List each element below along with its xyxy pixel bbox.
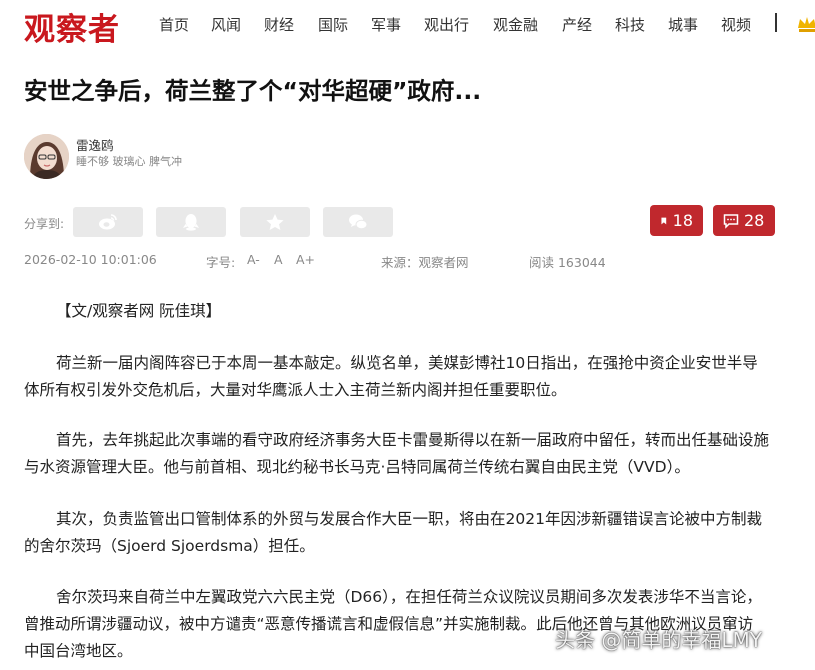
nav-item-fengwen[interactable]: 风闻: [211, 14, 241, 35]
article-paragraph: 其次，负责监管出口管制体系的外贸与发展合作大臣一职，将由在2021年因涉新疆错误…: [24, 506, 799, 560]
paragraph-line: 其次，负责监管出口管制体系的外贸与发展合作大臣一职，将由在2021年因涉新疆错误…: [56, 510, 762, 528]
article-title: 安世之争后，荷兰整了个“对华超硬”政府...: [24, 77, 482, 105]
top-nav: 观察者 首页 风闻 财经 国际 军事 观出行 观金融 产经 科技 城事 视频: [0, 0, 815, 50]
article-paragraph: 首先，去年挑起此次事端的看守政府经济事务大臣卡雷曼斯得以在新一届政府中留任，转而…: [24, 427, 799, 481]
share-qzone-button[interactable]: [240, 207, 310, 237]
article-source: 来源：观察者网: [381, 255, 469, 270]
share-label: 分享到:: [24, 217, 65, 231]
share-qq-button[interactable]: [156, 207, 226, 237]
font-size-default[interactable]: A: [274, 252, 283, 267]
site-logo[interactable]: 观察者: [24, 4, 120, 49]
comment-icon: [723, 213, 739, 229]
publish-datetime: 2026-02-10 10:01:06: [24, 252, 157, 267]
paragraph-line: 体所有权引发外交危机后，大量对华鹰派人士入主荷兰新内阁并担任重要职位。: [24, 381, 567, 399]
article-paragraph: 荷兰新一届内阁阵容已于本周一基本敲定。纵览名单，美媒彭博社10日指出，在强抢中资…: [24, 350, 799, 404]
author-avatar[interactable]: [24, 134, 69, 179]
qzone-icon: [266, 214, 284, 230]
bookmark-icon: [661, 217, 667, 224]
font-size-increase[interactable]: A+: [296, 252, 315, 267]
weibo-icon: [99, 214, 117, 230]
nav-item-mobility[interactable]: 观出行: [424, 14, 469, 35]
toutiao-watermark: 头条 @简单的幸福LMY: [555, 628, 762, 652]
font-size-decrease[interactable]: A-: [247, 252, 260, 267]
crown-icon[interactable]: [796, 14, 815, 34]
paragraph-line: 【文/观察者网 阮佳琪】: [56, 302, 222, 320]
article-paragraph: 【文/观察者网 阮佳琪】: [24, 298, 799, 325]
bookmark-button[interactable]: 18: [650, 205, 703, 236]
share-wechat-button[interactable]: [323, 207, 393, 237]
paragraph-line: 首先，去年挑起此次事端的看守政府经济事务大臣卡雷曼斯得以在新一届政府中留任，转而…: [56, 431, 770, 449]
font-size-label: 字号:: [206, 255, 236, 270]
paragraph-line: 与水资源管理大臣。他与前首相、现北约秘书长马克·吕特同属荷兰传统右翼自由民主党（…: [24, 458, 690, 476]
nav-item-industry[interactable]: 产经: [562, 14, 592, 35]
paragraph-line: 的舍尔茨玛（Sjoerd Sjoerdsma）担任。: [24, 537, 315, 555]
share-weibo-button[interactable]: [73, 207, 143, 237]
wechat-icon: [349, 214, 368, 230]
nav-item-video[interactable]: 视频: [721, 14, 751, 35]
bookmark-count: 18: [672, 211, 693, 230]
nav-item-international[interactable]: 国际: [318, 14, 348, 35]
nav-item-home[interactable]: 首页: [159, 14, 189, 35]
nav-item-city[interactable]: 城事: [668, 14, 698, 35]
nav-item-tech[interactable]: 科技: [615, 14, 645, 35]
comment-button[interactable]: 28: [713, 205, 775, 236]
nav-item-military[interactable]: 军事: [371, 14, 401, 35]
author-bio: 睡不够 玻璃心 脾气冲: [76, 155, 182, 168]
nav-item-finance[interactable]: 财经: [264, 14, 294, 35]
comment-count: 28: [744, 211, 765, 230]
qq-icon: [183, 214, 199, 231]
view-count: 阅读 163044: [529, 255, 606, 270]
paragraph-line: 荷兰新一届内阁阵容已于本周一基本敲定。纵览名单，美媒彭博社10日指出，在强抢中资…: [56, 354, 758, 372]
author-name[interactable]: 雷逸鸥: [76, 135, 114, 154]
nav-item-fintech[interactable]: 观金融: [493, 14, 538, 35]
paragraph-line: 舍尔茨玛来自荷兰中左翼政党六六民主党（D66），在担任荷兰众议院议员期间多次发表…: [56, 588, 762, 606]
nav-divider: [775, 13, 777, 32]
